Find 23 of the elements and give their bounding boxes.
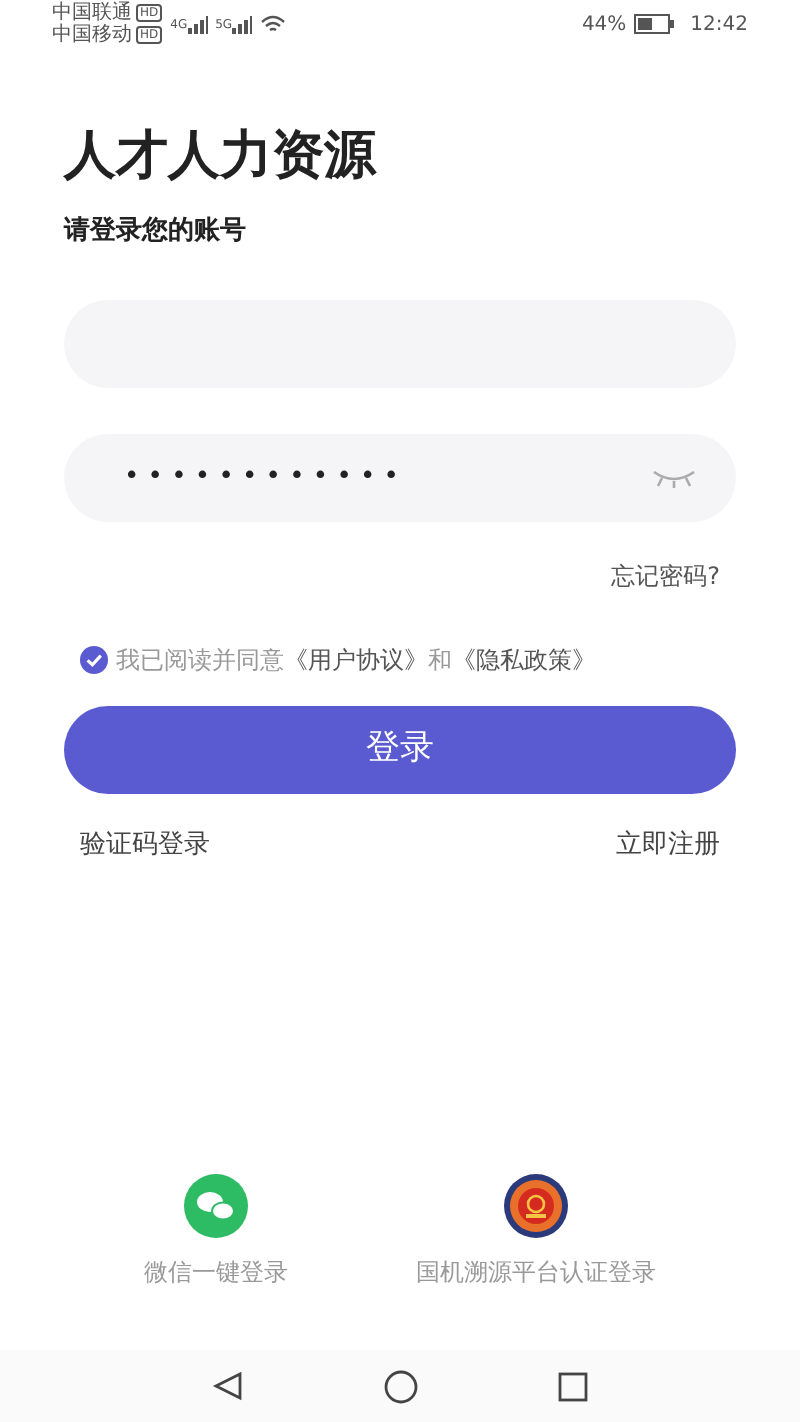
- signal-icon: [187, 15, 208, 33]
- back-icon[interactable]: [212, 1370, 244, 1402]
- signal-icon: [232, 15, 253, 33]
- clock: 12:42: [690, 11, 748, 39]
- home-icon[interactable]: [384, 1369, 418, 1403]
- password-field[interactable]: • • • • • • • • • • • •: [64, 433, 736, 521]
- agreement-link[interactable]: 《用户协议》: [284, 645, 428, 673]
- register-link[interactable]: 立即注册: [616, 825, 720, 864]
- recent-apps-icon[interactable]: [558, 1371, 588, 1401]
- agreement-text: 我已阅读并同意《用户协议》和《隐私政策》: [116, 643, 596, 677]
- sms-code-login-link[interactable]: 验证码登录: [80, 825, 210, 864]
- carrier-name: 中国移动: [52, 24, 132, 46]
- carrier-name: 中国联通: [52, 2, 132, 24]
- agreement-link[interactable]: 《隐私政策》: [452, 645, 596, 673]
- wifi-icon: [260, 14, 287, 34]
- forgot-password-link[interactable]: 忘记密码?: [611, 557, 720, 593]
- emblem-icon[interactable]: [504, 1174, 568, 1238]
- login-button[interactable]: 登录: [64, 705, 736, 793]
- checkbox[interactable]: [80, 645, 108, 673]
- subtitle: 请登录您的账号: [64, 214, 248, 250]
- battery-icon: [634, 14, 675, 34]
- app-title: 人才人力资源: [64, 124, 379, 190]
- battery-percent: 44%: [581, 11, 627, 39]
